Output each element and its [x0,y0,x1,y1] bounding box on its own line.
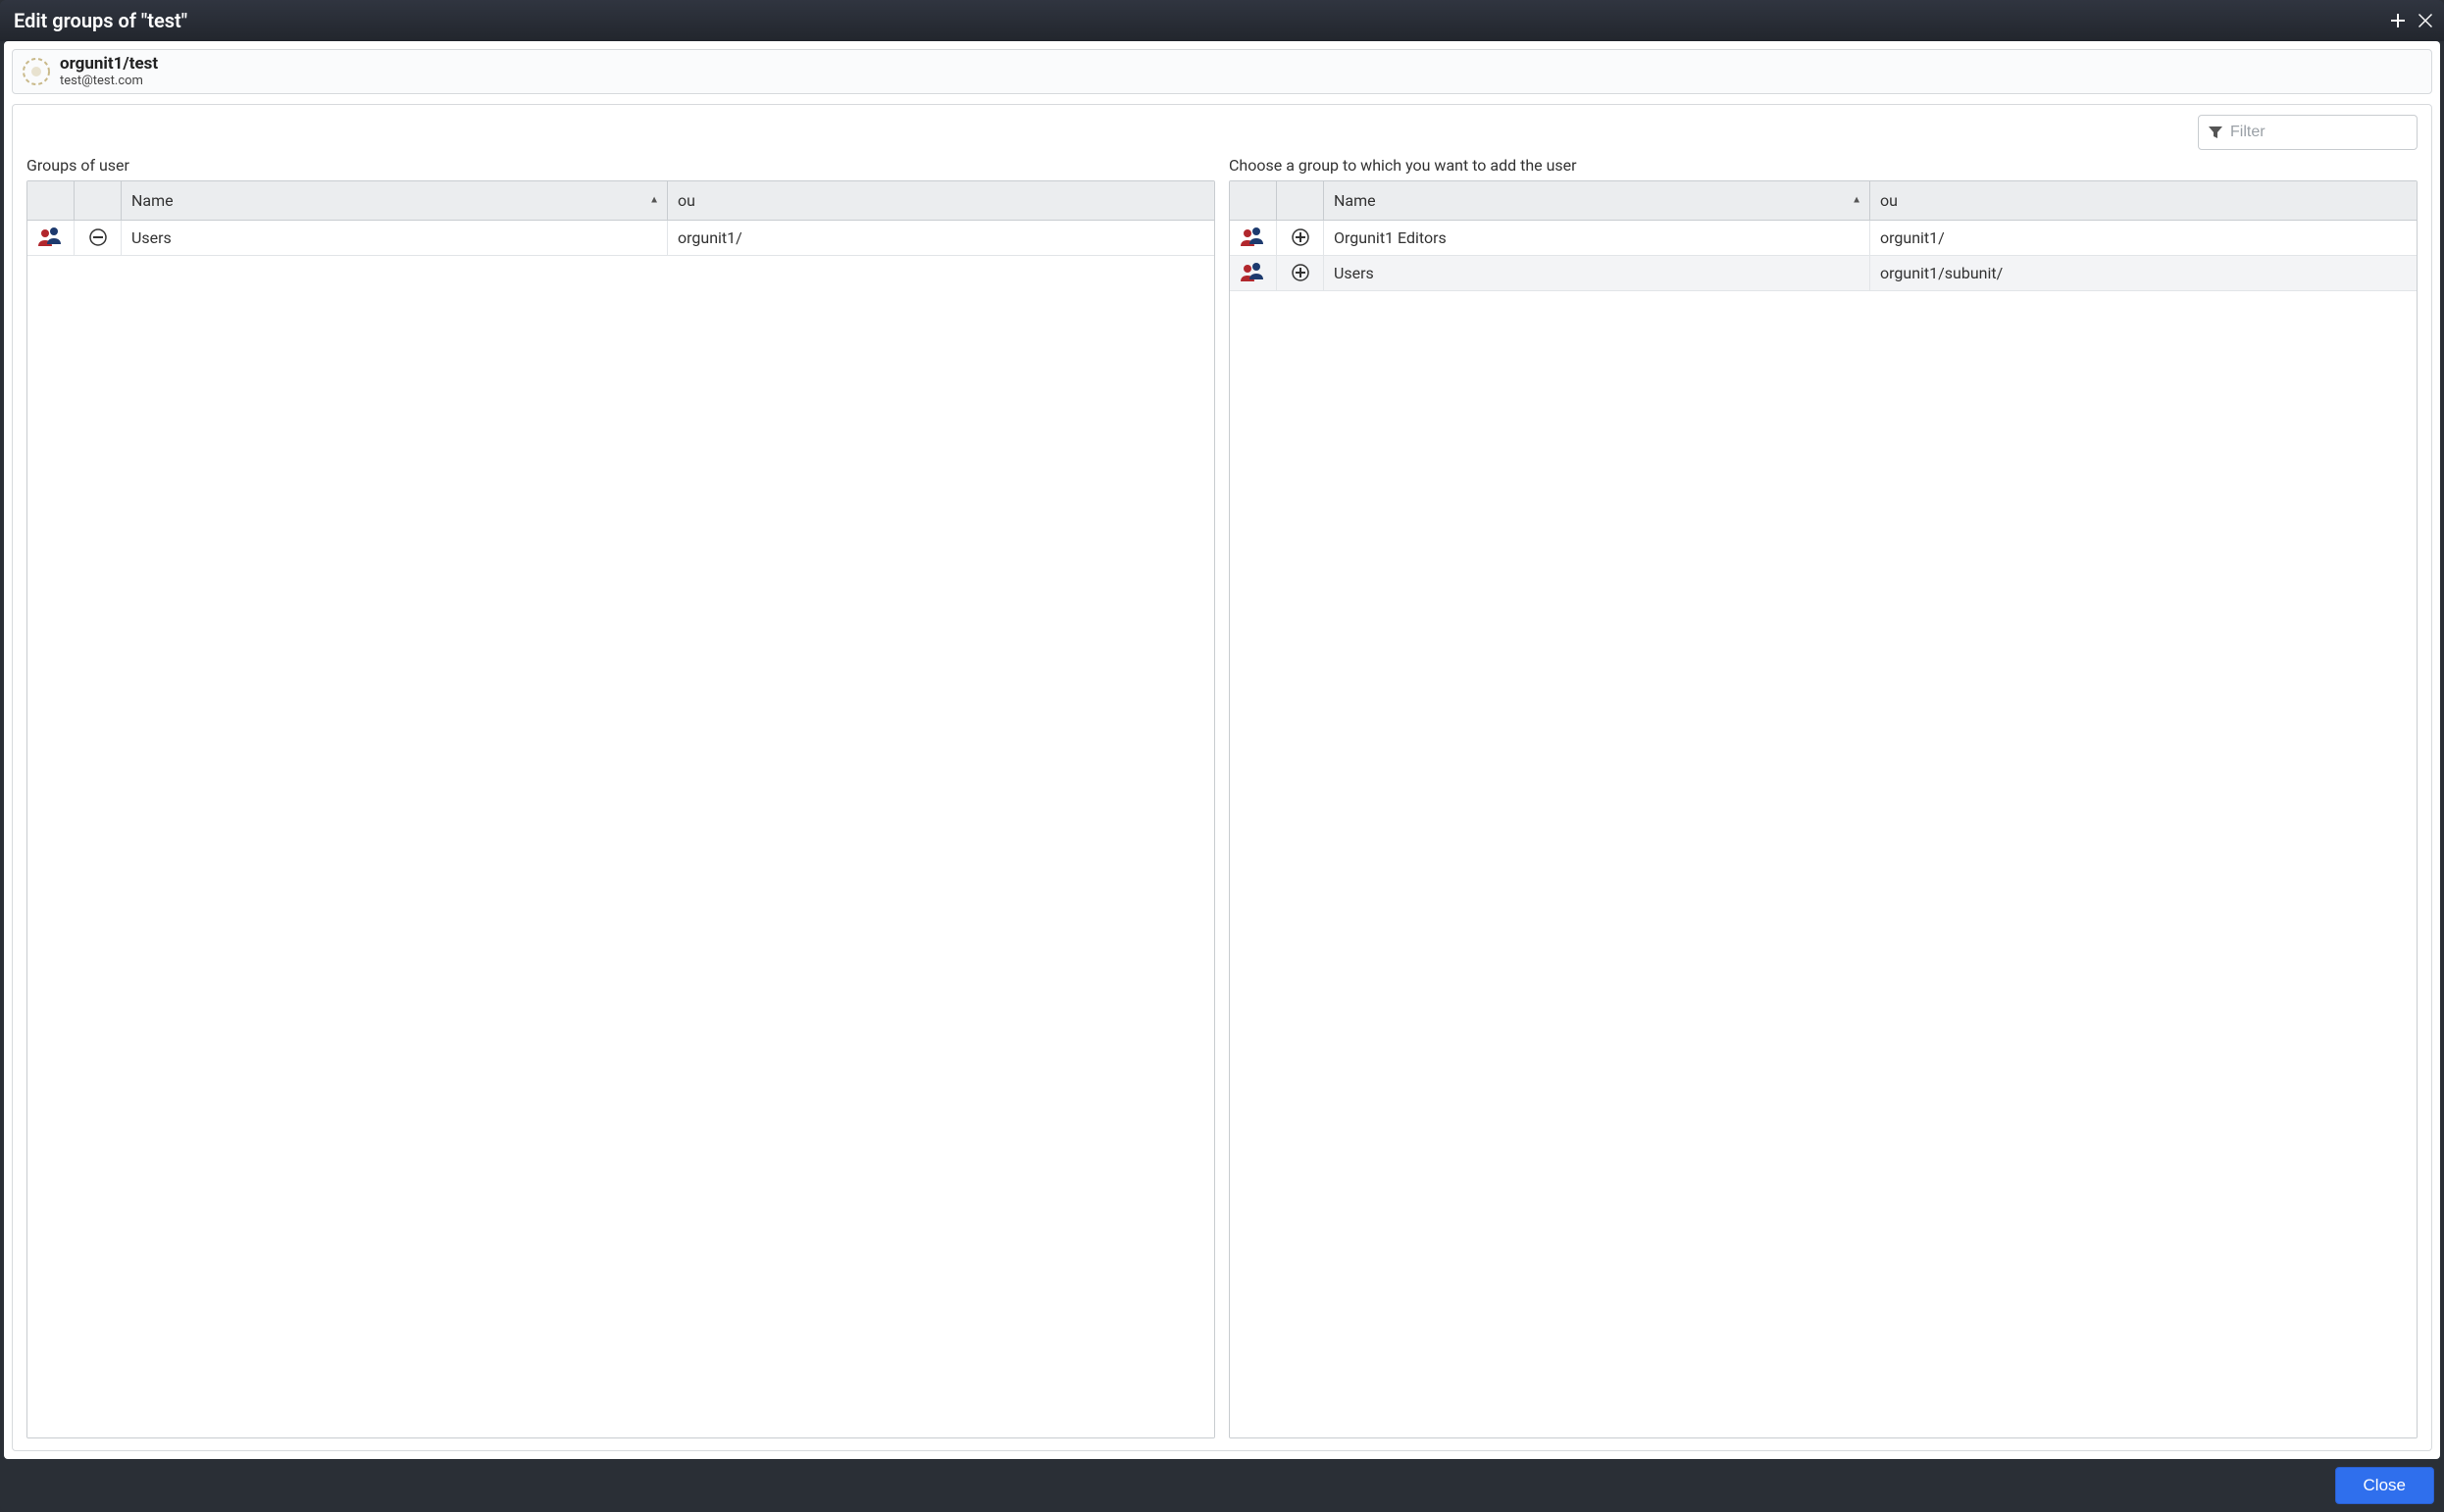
add-icon[interactable] [2391,14,2405,27]
left-col-name[interactable]: Name ▲ [122,181,668,220]
filter-input[interactable] [2230,124,2407,141]
right-grid-header: Name ▲ ou [1230,181,2417,221]
group-icon [1230,221,1277,255]
left-col-action[interactable] [75,181,122,220]
left-grid-body: Usersorgunit1/ [27,221,1214,1437]
dialog-footer: Close [0,1459,2444,1512]
cell-ou: orgunit1/subunit/ [1870,256,2417,290]
cell-name: Users [122,221,668,255]
cell-ou: orgunit1/ [1870,221,2417,255]
sort-asc-icon: ▲ [649,195,659,206]
cell-ou: orgunit1/ [668,221,1214,255]
filter-icon [2209,126,2222,139]
user-email: test@test.com [60,74,158,89]
table-row[interactable]: Orgunit1 Editorsorgunit1/ [1230,221,2417,256]
action-cell [75,221,122,255]
action-cell [1277,221,1324,255]
left-col-icon[interactable] [27,181,75,220]
right-pane-label: Choose a group to which you want to add … [1229,156,2418,175]
right-col-name[interactable]: Name ▲ [1324,181,1870,220]
close-icon[interactable] [2419,14,2432,27]
remove-from-group-button[interactable] [87,227,109,248]
left-pane: Groups of user Name ▲ ou [26,156,1215,1438]
right-col-icon[interactable] [1230,181,1277,220]
content-panel: Groups of user Name ▲ ou [12,104,2432,1451]
add-to-group-button[interactable] [1290,262,1311,283]
dialog-titlebar[interactable]: Edit groups of "test" [0,0,2444,41]
right-grid: Name ▲ ou Orgunit1 Editorsorgunit1/Users… [1229,180,2418,1438]
table-row[interactable]: Usersorgunit1/subunit/ [1230,256,2417,291]
right-col-ou[interactable]: ou [1870,181,2417,220]
add-to-group-button[interactable] [1290,227,1311,248]
left-grid: Name ▲ ou Usersorgunit1/ [26,180,1215,1438]
dialog-title: Edit groups of "test" [14,9,187,32]
dialog-edit-groups: Edit groups of "test" orgunit1/test test… [0,0,2444,1512]
user-avatar-icon [23,58,50,85]
close-button[interactable]: Close [2335,1467,2434,1504]
action-cell [1277,256,1324,290]
left-col-ou[interactable]: ou [668,181,1214,220]
table-row[interactable]: Usersorgunit1/ [27,221,1214,256]
left-pane-label: Groups of user [26,156,1215,175]
right-col-action[interactable] [1277,181,1324,220]
user-header: orgunit1/test test@test.com [12,49,2432,94]
filter-box[interactable] [2198,115,2418,150]
left-grid-header: Name ▲ ou [27,181,1214,221]
right-pane: Choose a group to which you want to add … [1229,156,2418,1438]
sort-asc-icon: ▲ [1852,195,1861,206]
right-grid-body: Orgunit1 Editorsorgunit1/Usersorgunit1/s… [1230,221,2417,1437]
cell-name: Orgunit1 Editors [1324,221,1870,255]
cell-name: Users [1324,256,1870,290]
group-icon [27,221,75,255]
user-path: orgunit1/test [60,54,158,74]
group-icon [1230,256,1277,290]
